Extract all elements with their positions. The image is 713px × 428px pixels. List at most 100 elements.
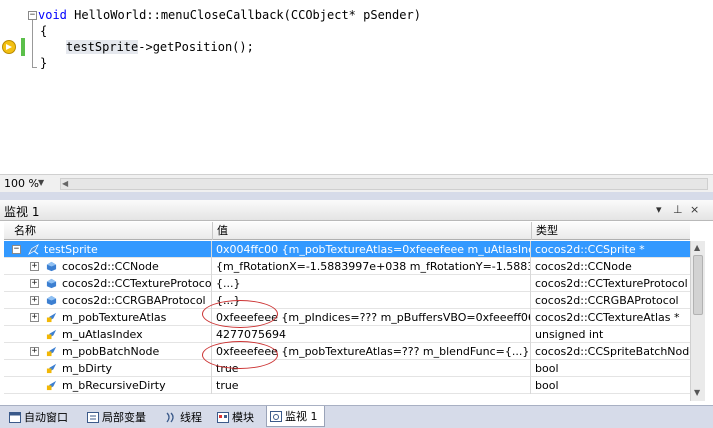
- type-cell: bool: [535, 379, 559, 392]
- watch-row[interactable]: + cocos2d::CCTextureProtocol {...} cocos…: [4, 275, 690, 292]
- watch-row[interactable]: m_uAtlasIndex 4277075694 unsigned int: [4, 326, 690, 343]
- scroll-down-icon[interactable]: ▼: [694, 388, 700, 397]
- column-header-value-label: 值: [217, 224, 228, 237]
- zoom-bar: 100 % ▼ ◀: [0, 174, 713, 192]
- type-cell: cocos2d::CCSprite *: [535, 243, 645, 256]
- tab-autos[interactable]: 自动窗口: [6, 408, 68, 427]
- variable-name: m_pobTextureAtlas: [62, 311, 167, 324]
- grid-header: 名称 值 类型: [4, 222, 690, 240]
- tab-watch-1-label: 监视 1: [285, 410, 318, 423]
- annotation-ellipse: [202, 341, 278, 369]
- type-cell: cocos2d::CCRGBAProtocol: [535, 294, 679, 307]
- expand-icon[interactable]: +: [30, 313, 39, 322]
- modules-icon: [217, 412, 229, 423]
- variable-name: m_bRecursiveDirty: [62, 379, 166, 392]
- vertical-scrollbar[interactable]: ▲ ▼: [690, 241, 705, 401]
- tab-locals-label: 局部变量: [102, 411, 146, 424]
- watch-row[interactable]: + cocos2d::CCRGBAProtocol {...} cocos2d:…: [4, 292, 690, 309]
- type-cell: cocos2d::CCTextureProtocol: [535, 277, 688, 290]
- watch-row[interactable]: + cocos2d::CCNode {m_fRotationX=-1.58839…: [4, 258, 690, 275]
- zoom-dropdown-icon[interactable]: ▼: [38, 178, 44, 187]
- column-header-value[interactable]: 值: [213, 222, 532, 240]
- tab-modules[interactable]: 模块: [214, 408, 254, 427]
- pin-icon[interactable]: ⊥: [673, 203, 683, 216]
- member-field-icon: [46, 380, 57, 391]
- type-cell: cocos2d::CCSpriteBatchNode: [535, 345, 690, 358]
- locals-window-icon: [87, 412, 99, 423]
- debug-tab-bar: 自动窗口 局部变量 线程 模块 监视 1: [0, 405, 713, 428]
- change-indicator-bar: [21, 38, 25, 56]
- value-cell[interactable]: 0x004ffc00 {m_pobTextureAtlas=0xfeeefeee…: [213, 241, 531, 258]
- panel-splitter[interactable]: [0, 192, 713, 200]
- code-line-4: }: [40, 56, 48, 70]
- watch-row[interactable]: + m_pobBatchNode 0xfeeefeee {m_pobTextur…: [4, 343, 690, 360]
- column-header-name[interactable]: 名称: [4, 222, 213, 240]
- variable-testsprite: testSprite: [66, 40, 139, 54]
- keyword-void: void: [38, 8, 67, 22]
- watch-row[interactable]: m_bDirty true bool: [4, 360, 690, 377]
- value-cell[interactable]: true: [213, 377, 531, 394]
- type-cell: bool: [535, 362, 559, 375]
- name-cell: m_bDirty: [4, 360, 212, 377]
- scrollbar-thumb[interactable]: [693, 255, 703, 315]
- value-cell[interactable]: {...}: [213, 275, 531, 292]
- value-cell[interactable]: 4277075694: [213, 326, 531, 343]
- type-cell: unsigned int: [535, 328, 604, 341]
- scroll-left-icon[interactable]: ◀: [62, 179, 68, 188]
- collapse-icon[interactable]: −: [28, 11, 37, 20]
- variable-name: m_pobBatchNode: [62, 345, 160, 358]
- watch-row[interactable]: + m_pobTextureAtlas 0xfeeefeee {m_pIndic…: [4, 309, 690, 326]
- watch-row[interactable]: m_bRecursiveDirty true bool: [4, 377, 690, 394]
- annotation-ellipse: [202, 300, 278, 328]
- watch-title-bar: 监视 1 ▾ ⊥ ×: [0, 200, 713, 221]
- zoom-level[interactable]: 100 %: [4, 177, 39, 190]
- watch-row[interactable]: − testSprite 0x004ffc00 {m_pobTextureAtl…: [4, 241, 690, 258]
- variable-name: cocos2d::CCTextureProtocol: [62, 277, 212, 290]
- variable-name: m_bDirty: [62, 362, 113, 375]
- tab-threads-label: 线程: [180, 411, 202, 424]
- watch-rows: − testSprite 0x004ffc00 {m_pobTextureAtl…: [4, 241, 690, 401]
- editor-gutter[interactable]: [0, 0, 20, 173]
- variable-name: testSprite: [44, 243, 98, 256]
- fold-guide-end: [32, 67, 37, 68]
- name-cell: + m_pobTextureAtlas: [4, 309, 212, 326]
- current-statement-arrow-icon: [2, 40, 16, 54]
- expand-icon[interactable]: +: [30, 279, 39, 288]
- fold-guide: [32, 20, 33, 68]
- collapse-icon[interactable]: −: [12, 245, 21, 254]
- expand-icon[interactable]: +: [30, 347, 39, 356]
- name-cell: − testSprite: [4, 241, 212, 258]
- variable-name: cocos2d::CCRGBAProtocol: [62, 294, 206, 307]
- column-header-name-label: 名称: [14, 224, 36, 237]
- threads-icon: [166, 412, 174, 423]
- code-line-2: {: [40, 24, 48, 38]
- expand-icon[interactable]: +: [30, 262, 39, 271]
- column-header-type-label: 类型: [536, 224, 558, 237]
- code-editor[interactable]: − void HelloWorld::menuCloseCallback(CCO…: [0, 0, 713, 173]
- tab-modules-label: 模块: [232, 411, 254, 424]
- close-icon[interactable]: ×: [690, 203, 699, 216]
- horizontal-scrollbar[interactable]: [60, 178, 708, 190]
- expand-icon[interactable]: +: [30, 296, 39, 305]
- code-line-3: testSprite->getPosition();: [66, 40, 254, 54]
- type-cell: cocos2d::CCTextureAtlas *: [535, 311, 680, 324]
- value-cell[interactable]: {m_fRotationX=-1.5883997e+038 m_fRotatio…: [213, 258, 531, 275]
- column-header-type[interactable]: 类型: [532, 222, 690, 240]
- member-field-icon: [46, 329, 57, 340]
- tab-threads[interactable]: 线程: [162, 408, 202, 427]
- pointer-variable-icon: [28, 244, 39, 255]
- tab-watch-1[interactable]: 监视 1: [266, 406, 325, 427]
- name-cell: + m_pobBatchNode: [4, 343, 212, 360]
- variable-name: m_uAtlasIndex: [62, 328, 143, 341]
- member-field-icon: [46, 346, 57, 357]
- name-cell: + cocos2d::CCTextureProtocol: [4, 275, 212, 292]
- watch-window-icon: [270, 411, 282, 422]
- scroll-up-icon[interactable]: ▲: [694, 243, 700, 252]
- window-position-dropdown-icon[interactable]: ▾: [656, 203, 662, 216]
- tab-locals[interactable]: 局部变量: [84, 408, 146, 427]
- base-class-icon: [46, 295, 57, 306]
- watch-title: 监视 1: [4, 205, 40, 219]
- method-call: ->getPosition();: [138, 40, 254, 54]
- member-field-icon: [46, 312, 57, 323]
- autos-window-icon: [9, 412, 21, 423]
